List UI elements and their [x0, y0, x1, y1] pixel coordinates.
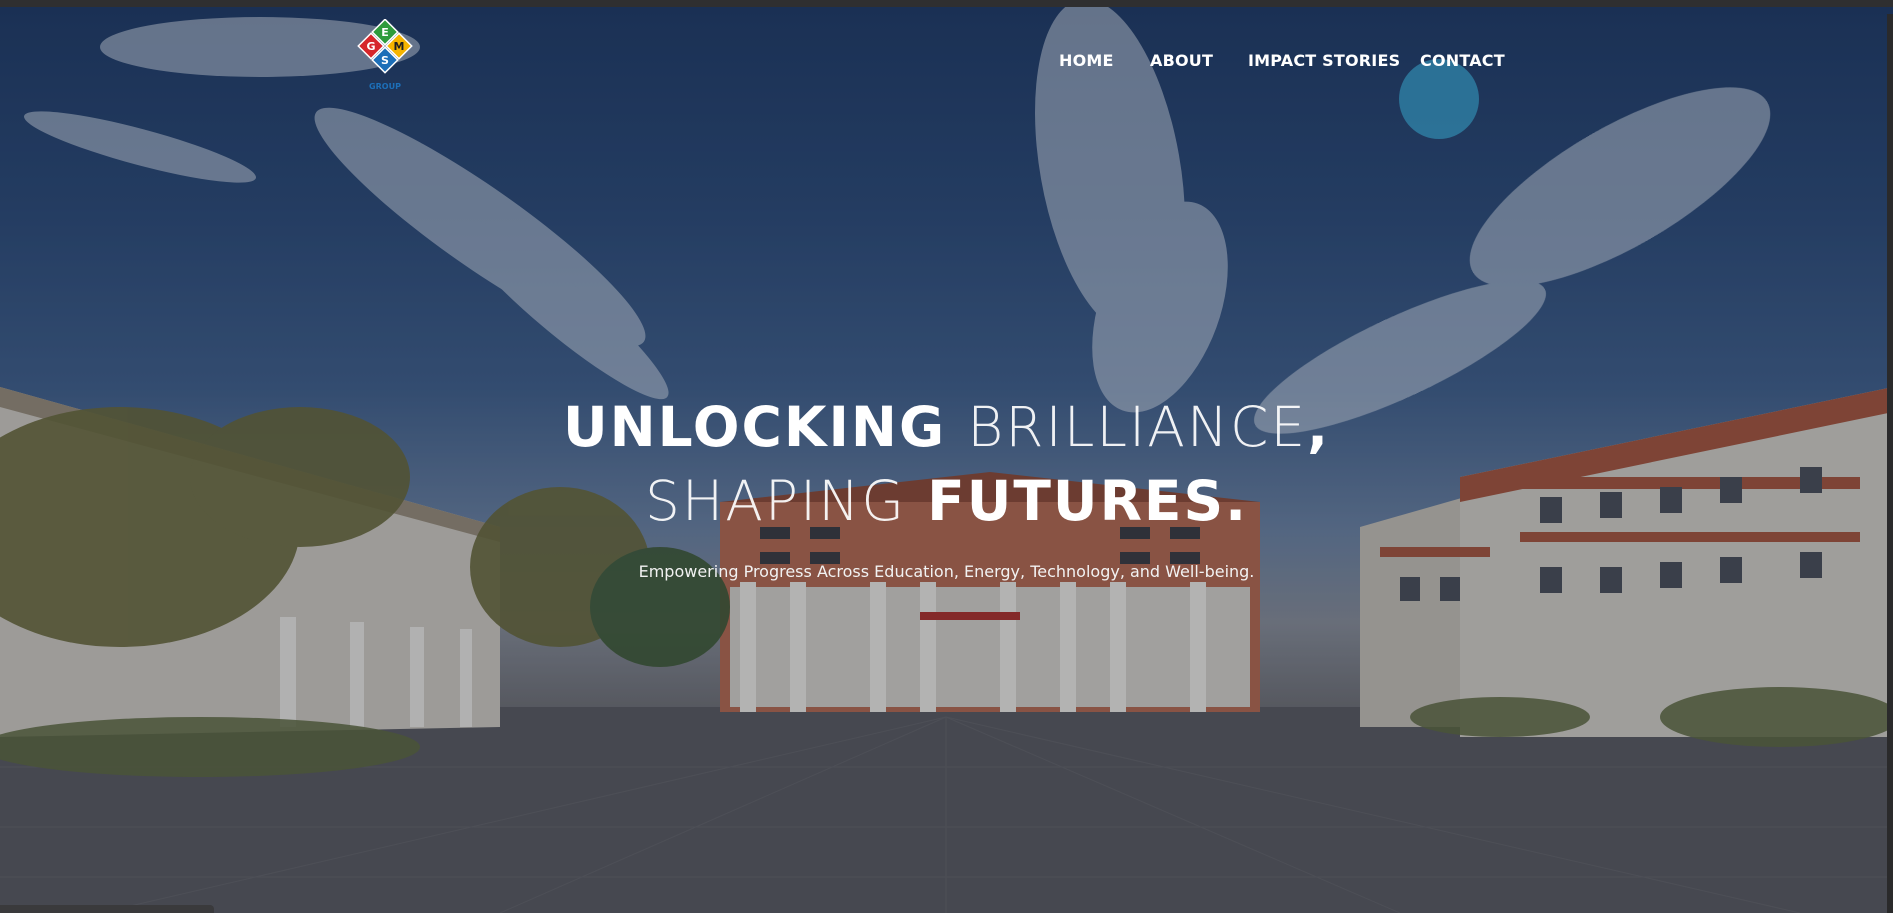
- headline-word-brilliance: BRILLIANCE: [967, 395, 1308, 459]
- hero-subtitle: Empowering Progress Across Education, En…: [638, 562, 1255, 581]
- hero-headline-line-1: UNLOCKING BRILLIANCE,: [0, 395, 1893, 459]
- page-scrollbar[interactable]: [1887, 14, 1893, 913]
- headline-word-futures: FUTURES.: [927, 469, 1249, 533]
- nav-home-link[interactable]: HOME: [1059, 51, 1114, 70]
- nav-contact-link[interactable]: CONTACT: [1420, 51, 1505, 70]
- nav-about-link[interactable]: ABOUT: [1150, 51, 1213, 70]
- browser-status-bar: [0, 905, 214, 913]
- headline-word-unlocking: UNLOCKING: [562, 395, 947, 459]
- headline-comma: ,: [1307, 395, 1331, 459]
- contact-active-indicator: [1399, 59, 1479, 139]
- logo-letter-e: E: [381, 26, 389, 39]
- nav-impact-stories-link[interactable]: IMPACT STORIES: [1248, 51, 1400, 70]
- main-nav: HOME ABOUT IMPACT STORIES CONTACT: [0, 43, 1893, 139]
- hero-headline-line-2: SHAPING FUTURES.: [0, 469, 1893, 533]
- hero-dark-overlay: [0, 7, 1893, 913]
- headline-word-shaping: SHAPING: [644, 469, 907, 533]
- logo-caption: GROUP: [369, 82, 401, 91]
- hero-section: E G M S GROUP HOME ABOUT IMPACT STORIES …: [0, 7, 1893, 913]
